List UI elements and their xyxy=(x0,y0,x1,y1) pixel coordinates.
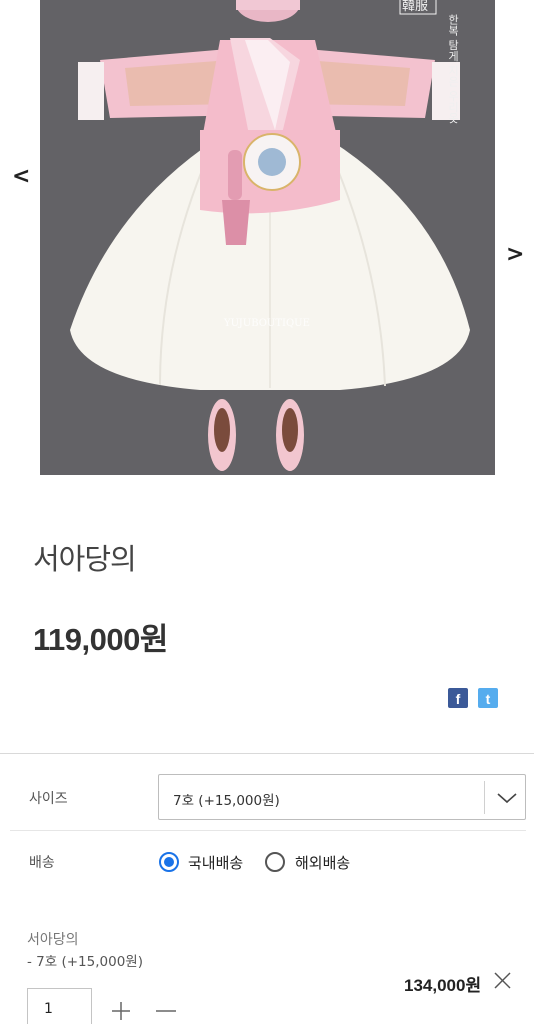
selected-item-name: 서아당의 xyxy=(27,932,79,948)
quantity-input[interactable]: 1 xyxy=(27,988,92,1024)
shipping-domestic-radio[interactable] xyxy=(159,852,179,872)
close-icon[interactable] xyxy=(494,972,511,989)
divider xyxy=(10,830,526,831)
plus-icon[interactable] xyxy=(111,1001,131,1021)
product-page: YUJUBOUTIQUE 韓服 한복 탐게 지은 우리옷 < > 서아당의 11… xyxy=(0,0,534,1024)
size-label: 사이즈 xyxy=(29,791,68,807)
image-caption: 한복 탐게 지은 우리옷 xyxy=(447,14,460,124)
product-title: 서아당의 xyxy=(33,542,137,576)
next-image-button[interactable]: > xyxy=(506,242,524,267)
shipping-overseas-radio[interactable] xyxy=(265,852,285,872)
twitter-share-button[interactable]: t xyxy=(478,688,498,708)
image-stamp: 韓服 xyxy=(402,0,428,14)
selected-item-option: - 7호 (+15,000원) xyxy=(27,954,143,970)
facebook-share-button[interactable]: f xyxy=(448,688,468,708)
size-select[interactable]: 7호 (+15,000원) xyxy=(158,774,526,820)
size-select-value: 7호 (+15,000원) xyxy=(173,793,280,809)
product-image[interactable]: YUJUBOUTIQUE 韓服 한복 탐게 지은 우리옷 xyxy=(40,0,495,475)
shipping-domestic-label[interactable]: 국내배송 xyxy=(188,852,243,873)
shipping-overseas-label[interactable]: 해외배송 xyxy=(295,852,350,873)
divider xyxy=(0,753,534,754)
image-watermark: YUJUBOUTIQUE xyxy=(223,318,310,329)
shipping-label: 배송 xyxy=(29,855,55,871)
select-divider xyxy=(484,781,485,814)
chevron-down-icon xyxy=(497,793,517,804)
hanbok-illustration: YUJUBOUTIQUE 韓服 한복 탐게 지은 우리옷 xyxy=(40,0,495,475)
product-price: 119,000원 xyxy=(33,622,168,657)
minus-icon[interactable] xyxy=(156,1001,176,1021)
selected-item-price: 134,000원 xyxy=(404,976,482,995)
image-gallery: YUJUBOUTIQUE 韓服 한복 탐게 지은 우리옷 < > xyxy=(0,0,534,475)
twitter-icon: t xyxy=(485,691,491,707)
prev-image-button[interactable]: < xyxy=(12,164,30,189)
facebook-icon: f xyxy=(455,691,461,707)
